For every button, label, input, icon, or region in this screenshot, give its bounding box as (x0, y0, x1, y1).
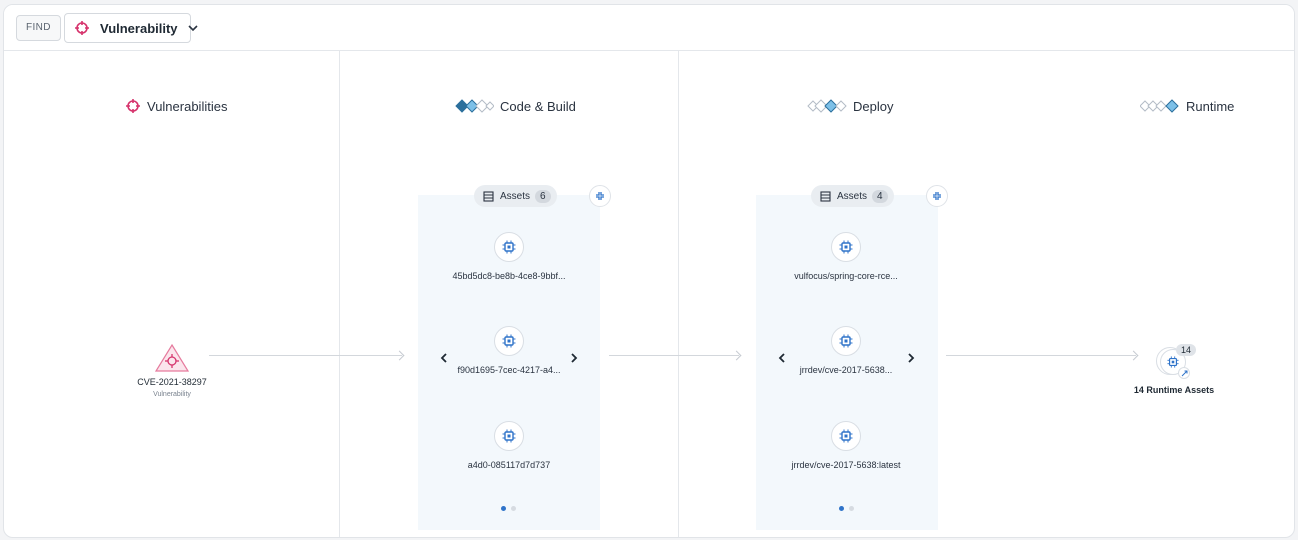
chip-icon (831, 326, 861, 356)
list-icon (820, 190, 831, 202)
assets-label: Assets (837, 190, 868, 202)
carousel-next-button[interactable] (904, 351, 918, 365)
arrowhead-icon (394, 350, 405, 361)
graph-frame: FIND Vulnerability Vulnerabilities Code … (3, 4, 1295, 538)
chip-icon (494, 232, 524, 262)
runtime-assets-node[interactable]: 14 14 Runtime Assets (1124, 344, 1224, 395)
stage-title: Deploy (853, 98, 894, 114)
stage-title: Code & Build (500, 98, 576, 114)
runtime-stack: 14 (1154, 344, 1197, 379)
carousel-dots (501, 506, 516, 511)
stage-title: Runtime (1186, 98, 1235, 114)
asset-label: f90d1695-7cec-4217-a4... (457, 365, 561, 375)
column-divider (678, 51, 679, 537)
assets-pill-deploy[interactable]: Assets 4 (811, 185, 894, 207)
edge-connector (209, 355, 402, 356)
vulnerability-node[interactable]: CVE-2021-38297 Vulnerability (122, 343, 222, 398)
stage-header-vulnerabilities: Vulnerabilities (125, 94, 227, 118)
crosshair-icon (74, 20, 90, 36)
collapse-icon (932, 191, 942, 201)
column-divider (339, 51, 340, 537)
assets-pill-code-build[interactable]: Assets 6 (474, 185, 557, 207)
diamond-stage-icon (807, 98, 847, 114)
collapse-icon (595, 191, 605, 201)
carousel-dot[interactable] (511, 506, 516, 511)
carousel-next-button[interactable] (567, 351, 581, 365)
asset-node[interactable]: jrrdev/cve-2017-5638... (766, 326, 926, 375)
expand-icon[interactable] (1178, 367, 1190, 379)
stage-header-deploy: Deploy (807, 94, 893, 118)
chip-icon (831, 421, 861, 451)
vulnerability-type: Vulnerability (153, 391, 191, 398)
chip-icon (494, 421, 524, 451)
carousel-prev-button[interactable] (775, 351, 789, 365)
collapse-button[interactable] (926, 185, 948, 207)
assets-count: 4 (872, 189, 888, 203)
list-icon (483, 190, 494, 202)
crosshair-icon (125, 98, 141, 114)
edge-connector (609, 355, 739, 356)
diamond-stage-icon (1140, 98, 1180, 114)
find-button[interactable]: FIND (16, 15, 61, 41)
chip-icon (831, 232, 861, 262)
vulnerability-id: CVE-2021-38297 (137, 377, 207, 387)
carousel-dot[interactable] (849, 506, 854, 511)
warning-triangle-icon (122, 343, 222, 373)
asset-node[interactable]: 45bd5dc8-be8b-4ce8-9bbf... (429, 232, 589, 281)
toolbar: FIND Vulnerability (4, 5, 1294, 51)
assets-label: Assets (500, 190, 531, 202)
asset-label: a4d0-085117d7d737 (467, 460, 551, 470)
carousel-dot[interactable] (839, 506, 844, 511)
asset-label: jrrdev/cve-2017-5638:latest (791, 460, 901, 470)
arrowhead-icon (731, 350, 742, 361)
collapse-button[interactable] (589, 185, 611, 207)
chevron-right-icon (907, 353, 915, 363)
stage-header-runtime: Runtime (1140, 94, 1234, 118)
asset-node[interactable]: f90d1695-7cec-4217-a4... (429, 326, 589, 375)
edge-connector (946, 355, 1136, 356)
asset-node[interactable]: a4d0-085117d7d737 (429, 421, 589, 470)
runtime-count-badge: 14 (1176, 344, 1197, 356)
type-select-label: Vulnerability (100, 20, 178, 36)
diamond-stage-icon (454, 98, 494, 114)
asset-node[interactable]: vulfocus/spring-core-rce... (766, 232, 926, 281)
chevron-right-icon (570, 353, 578, 363)
runtime-label: 14 Runtime Assets (1133, 385, 1215, 395)
carousel-dot[interactable] (501, 506, 506, 511)
carousel-dots (839, 506, 854, 511)
asset-node[interactable]: jrrdev/cve-2017-5638:latest (766, 421, 926, 470)
asset-label: jrrdev/cve-2017-5638... (799, 365, 893, 375)
asset-label: vulfocus/spring-core-rce... (794, 271, 898, 281)
stage-title: Vulnerabilities (147, 98, 228, 114)
stage-header-code-build: Code & Build (454, 94, 576, 118)
asset-label: 45bd5dc8-be8b-4ce8-9bbf... (452, 271, 566, 281)
chevron-down-icon (187, 24, 198, 32)
chevron-left-icon (440, 353, 448, 363)
chip-icon (494, 326, 524, 356)
carousel-prev-button[interactable] (437, 351, 451, 365)
chevron-left-icon (778, 353, 786, 363)
assets-count: 6 (535, 189, 551, 203)
type-select[interactable]: Vulnerability (64, 13, 198, 43)
